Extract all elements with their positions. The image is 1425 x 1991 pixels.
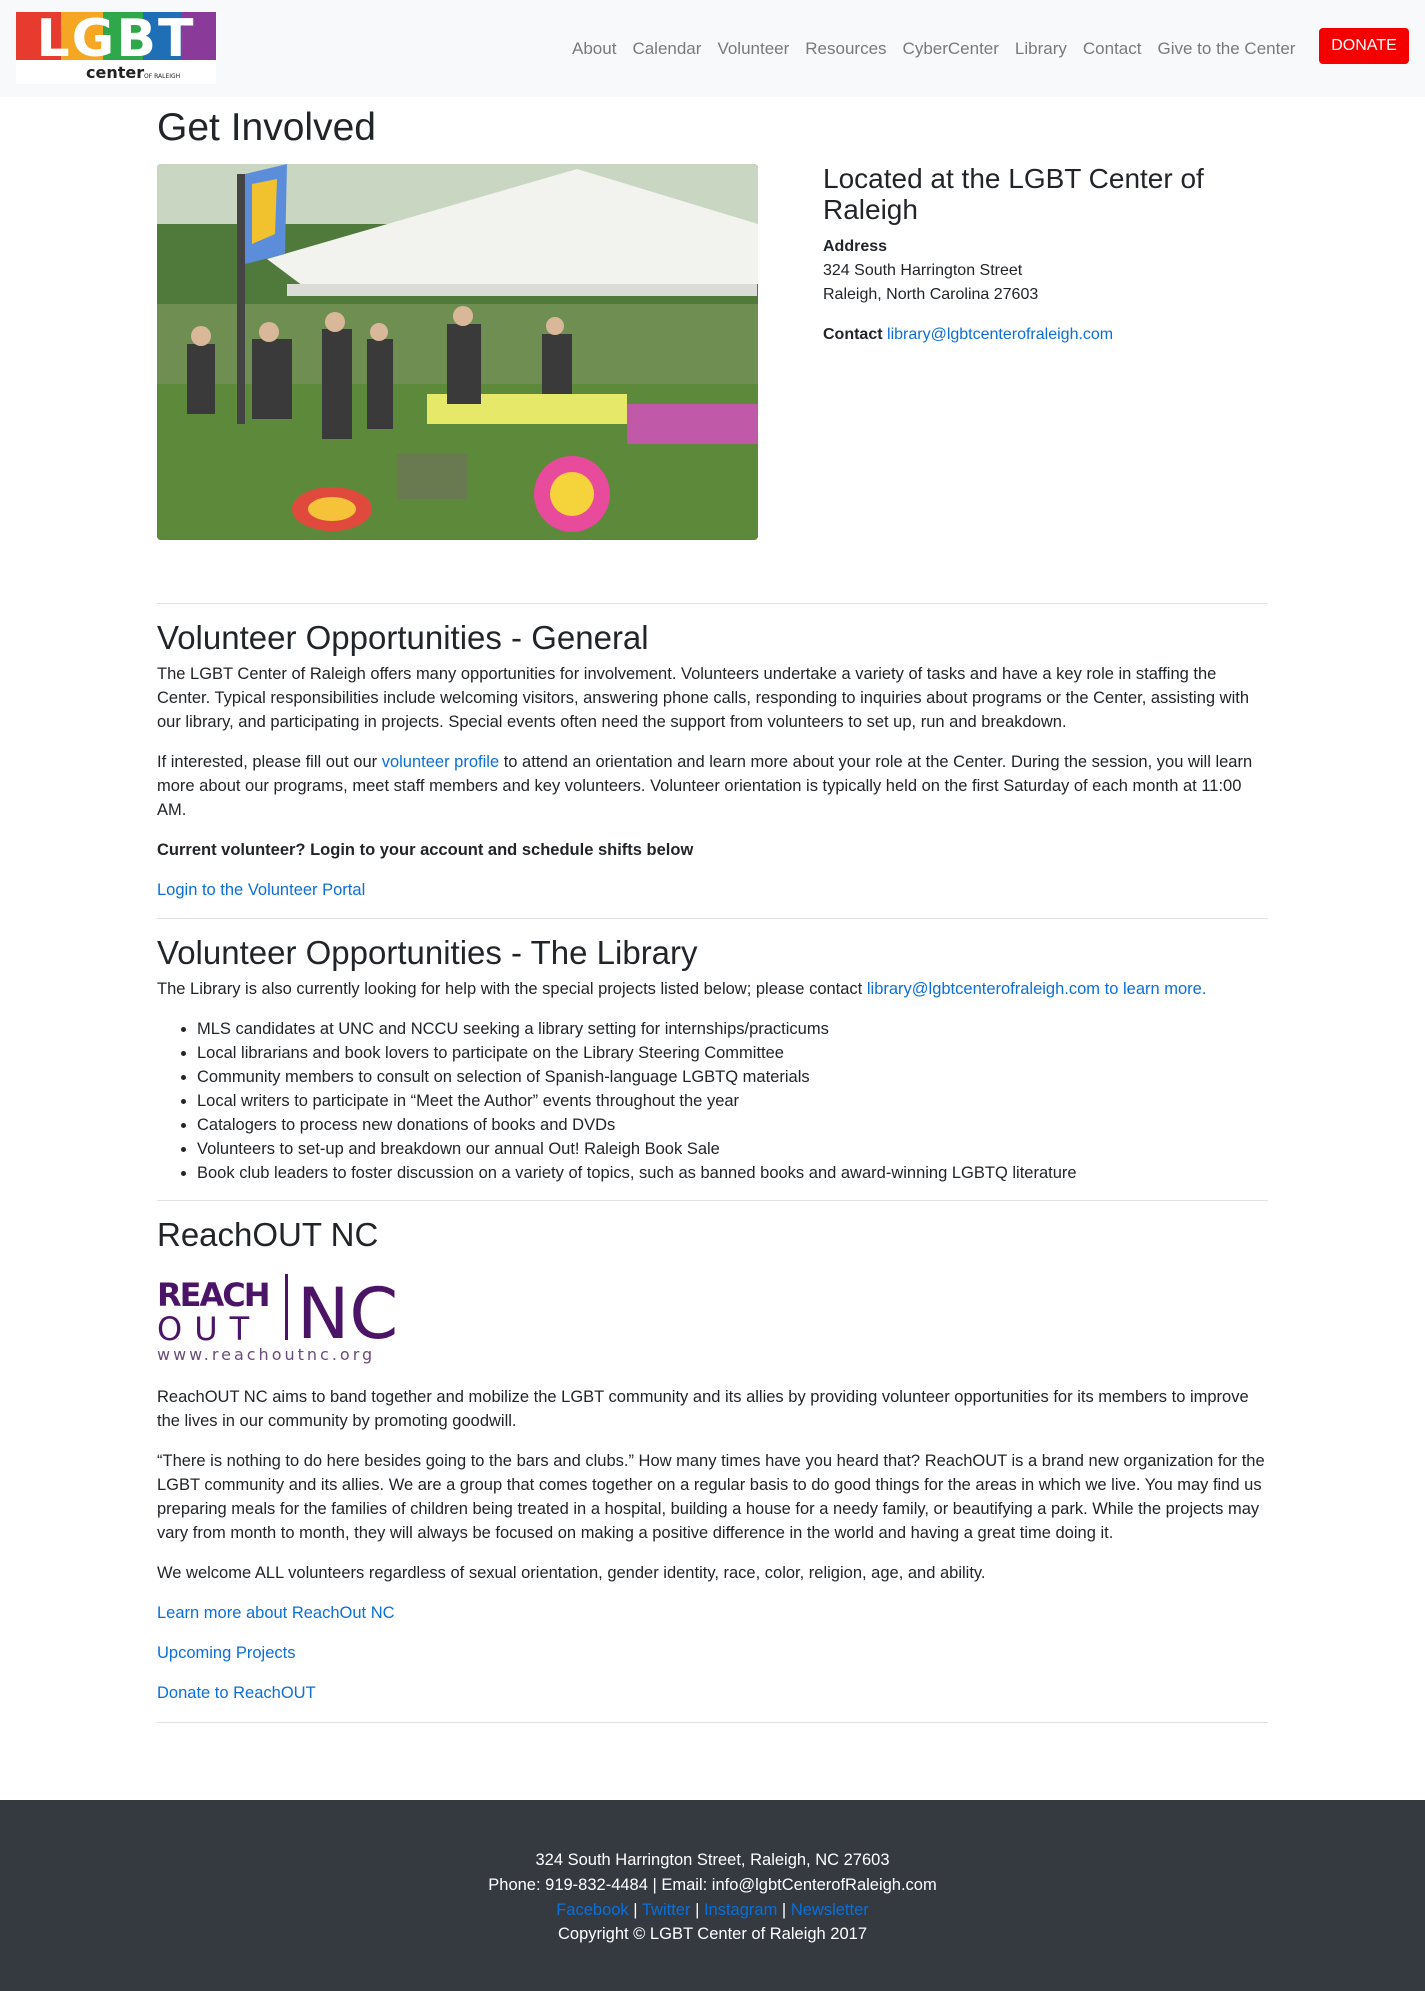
divider: [157, 1199, 1268, 1201]
reachout-link-row: Donate to ReachOUT: [157, 1682, 1268, 1706]
footer-separator: |: [781, 1900, 787, 1919]
site-footer: 324 South Harrington Street, Raleigh, NC…: [0, 1800, 1425, 1991]
list-item: Local librarians and book lovers to part…: [197, 1042, 1268, 1066]
divider: [157, 602, 1268, 604]
reachout-paragraph-3: We welcome ALL volunteers regardless of …: [157, 1563, 986, 1582]
reachout-section: ReachOUT NC REACH OUT NC www.reachoutnc.…: [157, 1215, 1268, 1706]
nav-contact[interactable]: Contact: [1083, 36, 1142, 62]
footer-phone-email: Phone: 919-832-4484 | Email: info@lgbtCe…: [488, 1875, 937, 1894]
footer-address: 324 South Harrington Street, Raleigh, NC…: [535, 1851, 890, 1869]
current-volunteer-text: Current volunteer? Login to your account…: [157, 840, 694, 859]
nav-give[interactable]: Give to the Center: [1157, 36, 1295, 62]
donate-button[interactable]: DONATE: [1319, 28, 1409, 64]
portal-link-row: Login to the Volunteer Portal: [157, 879, 1268, 903]
footer-copyright: Copyright © LGBT Center of Raleigh 2017: [557, 1925, 868, 1944]
footer-separator: |: [695, 1900, 700, 1919]
reachout-paragraph-1: ReachOUT NC aims to band together and mo…: [157, 1388, 1249, 1431]
svg-text:LGBT: LGBT: [37, 12, 196, 69]
address-label: Address: [823, 238, 888, 256]
page-title: Get Involved: [157, 106, 376, 149]
divider: [157, 917, 1268, 919]
address-line-2: Raleigh, North Carolina 27603: [823, 286, 1039, 304]
list-item: MLS candidates at UNC and NCCU seeking a…: [197, 1018, 1268, 1042]
reachout-paragraph-2: “There is nothing to do here besides goi…: [157, 1452, 1265, 1542]
nav-volunteer[interactable]: Volunteer: [717, 36, 789, 62]
volunteer-portal-link[interactable]: Login to the Volunteer Portal: [157, 881, 365, 899]
learn-more-reachout-link[interactable]: Learn more about ReachOut NC: [157, 1604, 395, 1622]
nav-cybercenter[interactable]: CyberCenter: [903, 36, 999, 62]
library-volunteer-section: Volunteer Opportunities - The Library Th…: [157, 933, 1268, 1186]
location-info: Located at the LGBT Center of Raleigh Ad…: [823, 162, 1223, 348]
svg-text:center: center: [86, 63, 144, 82]
contact-label: Contact: [823, 326, 883, 344]
reachout-logo-icon: REACH OUT NC www.reachoutnc.org: [157, 1273, 398, 1364]
donate-reachout-link[interactable]: Donate to ReachOUT: [157, 1684, 316, 1702]
top-navbar: LGBT center OF RALEIGH About Calendar Vo…: [0, 0, 1425, 97]
list-item: Local writers to participate in “Meet th…: [197, 1090, 1268, 1114]
address-line-1: 324 South Harrington Street: [823, 262, 1023, 280]
footer-social-links: Facebook | Twitter | Instagram | Newslet…: [0, 1898, 1425, 1923]
library-intro: The Library is also currently looking fo…: [157, 978, 1268, 1002]
main-nav: About Calendar Volunteer Resources Cyber…: [572, 36, 1311, 62]
general-paragraph-1: The LGBT Center of Raleigh offers many o…: [157, 665, 1250, 732]
twitter-link[interactable]: Twitter: [642, 1901, 691, 1919]
lgbt-logo-icon: LGBT center OF RALEIGH: [16, 12, 216, 82]
nav-resources[interactable]: Resources: [805, 36, 886, 62]
nav-about[interactable]: About: [572, 36, 616, 62]
volunteer-profile-link[interactable]: volunteer profile: [382, 753, 499, 771]
newsletter-link[interactable]: Newsletter: [791, 1901, 869, 1919]
main-content: Get Involved Located at the LGBT Center …: [157, 97, 1268, 1723]
library-heading: Volunteer Opportunities - The Library: [157, 933, 698, 971]
list-item: Volunteers to set-up and breakdown our a…: [197, 1138, 1268, 1162]
upcoming-projects-link[interactable]: Upcoming Projects: [157, 1644, 295, 1662]
general-p2-text-before: If interested, please fill out our: [157, 753, 382, 772]
svg-text:REACH: REACH: [157, 1276, 269, 1314]
svg-text:NC: NC: [297, 1273, 398, 1355]
list-item: Catalogers to process new donations of b…: [197, 1114, 1268, 1138]
reachout-heading: ReachOUT NC: [157, 1215, 379, 1253]
list-item: Community members to consult on selectio…: [197, 1066, 1268, 1090]
list-item: Book club leaders to foster discussion o…: [197, 1162, 1268, 1186]
hero-row: Located at the LGBT Center of Raleigh Ad…: [157, 162, 1268, 540]
svg-text:OF RALEIGH: OF RALEIGH: [144, 73, 180, 80]
location-heading: Located at the LGBT Center of Raleigh: [823, 162, 1204, 225]
nav-calendar[interactable]: Calendar: [632, 36, 701, 62]
contact-line: Contact library@lgbtcenterofraleigh.com: [823, 323, 1223, 347]
general-paragraph-2: If interested, please fill out our volun…: [157, 751, 1268, 823]
library-email-link[interactable]: library@lgbtcenterofraleigh.com to learn…: [867, 980, 1207, 998]
contact-email-link[interactable]: library@lgbtcenterofraleigh.com: [887, 326, 1113, 343]
facebook-link[interactable]: Facebook: [556, 1901, 628, 1919]
divider: [157, 1721, 1268, 1723]
volunteer-tent-photo: [157, 163, 758, 540]
svg-text:www.reachoutnc.org: www.reachoutnc.org: [157, 1345, 375, 1364]
instagram-link[interactable]: Instagram: [704, 1901, 777, 1919]
reachout-logo: REACH OUT NC www.reachoutnc.org: [157, 1272, 417, 1366]
general-heading: Volunteer Opportunities - General: [157, 618, 649, 656]
site-logo[interactable]: LGBT center OF RALEIGH: [16, 12, 216, 84]
svg-text:OUT: OUT: [157, 1310, 261, 1348]
reachout-link-row: Upcoming Projects: [157, 1642, 1268, 1666]
general-volunteer-section: Volunteer Opportunities - General The LG…: [157, 618, 1268, 903]
library-intro-text: The Library is also currently looking fo…: [157, 980, 867, 999]
library-needs-list: MLS candidates at UNC and NCCU seeking a…: [197, 1018, 1268, 1185]
footer-separator: |: [633, 1900, 638, 1919]
reachout-link-row: Learn more about ReachOut NC: [157, 1602, 1268, 1626]
nav-library[interactable]: Library: [1015, 36, 1067, 62]
